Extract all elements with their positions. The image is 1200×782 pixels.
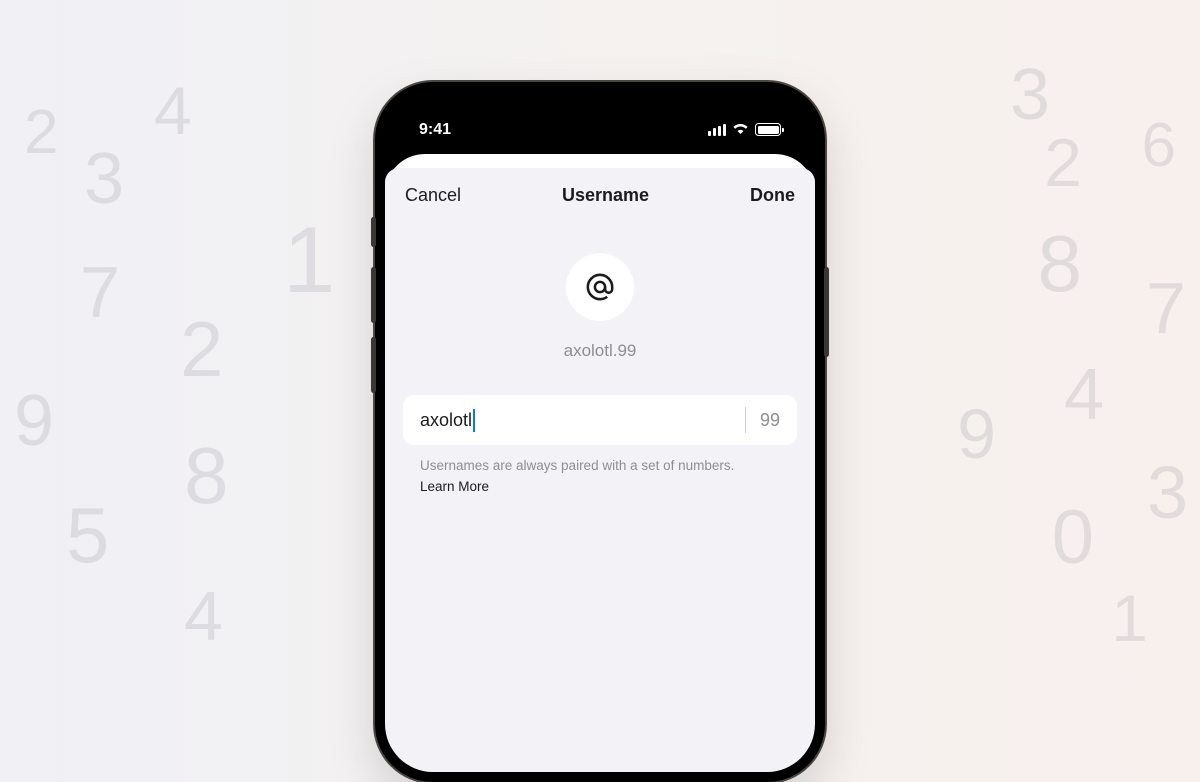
bg-number: 8 (184, 430, 229, 522)
username-input[interactable]: axolotl (420, 409, 731, 432)
bg-number: 9 (957, 394, 996, 474)
username-input-value: axolotl (420, 410, 472, 431)
sheet-header: Cancel Username Done (385, 168, 815, 223)
learn-more-link[interactable]: Learn More (420, 478, 780, 497)
bg-number: 8 (1038, 218, 1083, 310)
bg-number: 3 (1147, 450, 1188, 535)
bg-number: 4 (1064, 354, 1104, 436)
dynamic-island (540, 106, 660, 140)
done-button[interactable]: Done (750, 185, 795, 206)
at-icon-circle (566, 253, 634, 321)
bg-number: 7 (80, 252, 120, 334)
bg-number: 4 (184, 576, 223, 656)
input-divider (745, 407, 746, 433)
phone-side-button (371, 217, 376, 247)
phone-side-button (371, 337, 376, 393)
battery-icon (755, 123, 781, 136)
phone-side-button (371, 267, 376, 323)
bg-number: 4 (154, 72, 192, 150)
hint-section: Usernames are always paired with a set o… (403, 457, 797, 497)
bg-number: 0 (1052, 494, 1094, 581)
username-input-row[interactable]: axolotl 99 (403, 395, 797, 445)
hint-text: Usernames are always paired with a set o… (420, 458, 734, 473)
sheet-title: Username (562, 185, 649, 206)
bg-number: 5 (66, 490, 109, 581)
username-suffix: 99 (760, 410, 780, 431)
bg-number: 2 (24, 97, 58, 168)
phone-screen: 9:41 Cancel Username Done (385, 92, 815, 772)
bg-number: 3 (84, 138, 124, 220)
cancel-button[interactable]: Cancel (405, 185, 461, 206)
bg-number: 6 (1142, 110, 1176, 181)
status-time: 9:41 (419, 121, 451, 139)
phone-side-button (824, 267, 829, 357)
bg-number: 1 (1111, 580, 1148, 656)
text-cursor (473, 409, 475, 432)
bg-number: 2 (1044, 124, 1082, 202)
phone-frame: 9:41 Cancel Username Done (375, 82, 825, 782)
cellular-icon (708, 124, 727, 136)
bg-number: 1 (283, 206, 335, 314)
username-section: axolotl.99 (385, 253, 815, 361)
bg-number: 2 (180, 304, 223, 395)
username-sheet: Cancel Username Done axolotl.99 axolotl (385, 168, 815, 772)
status-indicators (708, 121, 782, 139)
bg-number: 9 (14, 380, 54, 462)
bg-number: 7 (1146, 268, 1186, 350)
at-sign-icon (583, 270, 617, 304)
wifi-icon (732, 121, 749, 139)
username-display: axolotl.99 (564, 341, 637, 361)
